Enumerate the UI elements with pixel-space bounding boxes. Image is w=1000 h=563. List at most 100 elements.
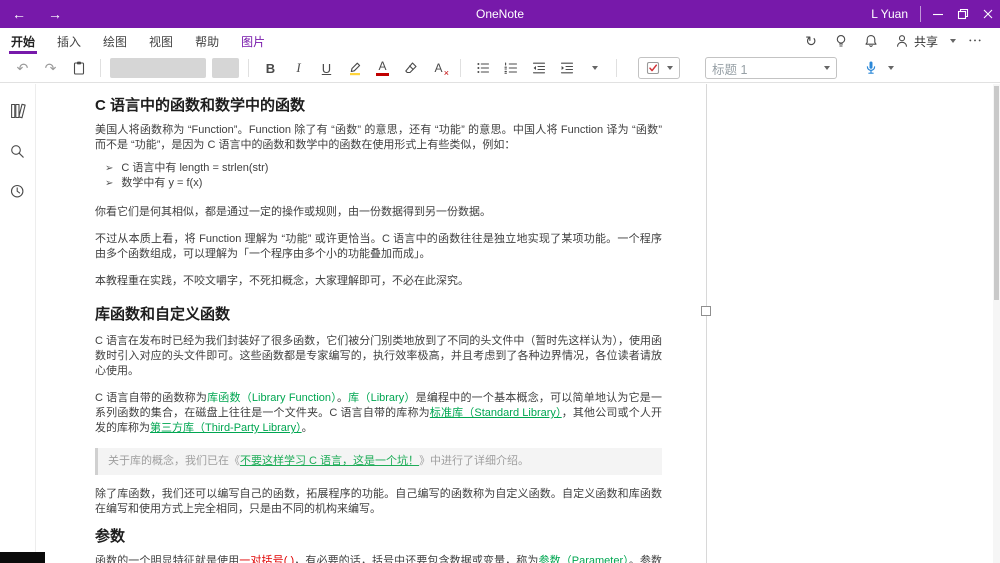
heading-style-select[interactable]: 标题 1 [705, 57, 837, 79]
chevron-down-icon [824, 66, 830, 70]
titlebar: ← → OneNote L Yuan [0, 0, 1000, 28]
text-segment: C 语言中有 length = strlen(str) [121, 162, 268, 174]
paragraph: C 语言自带的函数称为库函数（Library Function）。库（Libra… [95, 391, 662, 436]
font-color-bar [376, 73, 389, 76]
font-color-icon[interactable]: A [370, 57, 395, 80]
left-sidebar [0, 84, 36, 563]
paragraph: 不过从本质上看，将 Function 理解为 “功能” 或许更恰当。C 语言中的… [95, 232, 662, 262]
text-segment: 数学中有 y = f(x) [121, 177, 202, 189]
toolbar-divider [100, 59, 101, 77]
font-name-box[interactable] [110, 58, 206, 78]
share-label: 共享 [914, 33, 938, 50]
link-standard-library[interactable]: 标准库（Standard Library） [430, 407, 562, 419]
list-options-chevron-icon[interactable] [582, 57, 607, 80]
titlebar-separator [920, 6, 921, 22]
eraser-icon[interactable] [398, 57, 423, 80]
text-segment: 关于库的概念，我们已在《 [108, 455, 240, 467]
paragraph: 函数的一个明显特征就是使用一对括号( )，有必要的话，括号中还要包含数据或变量，… [95, 554, 662, 563]
dictate-control [858, 57, 894, 80]
underline-button[interactable]: U [314, 57, 339, 80]
section-heading: 库函数和自定义函数 [95, 305, 662, 324]
tab-view[interactable]: 视图 [138, 28, 184, 54]
bell-icon[interactable] [860, 30, 882, 52]
link-library[interactable]: 库（Library） [348, 392, 415, 404]
bullet-list-icon[interactable] [470, 57, 495, 80]
search-icon[interactable] [6, 139, 30, 163]
link-library-function[interactable]: 库函数（Library Function） [207, 392, 337, 404]
section-heading: 参数 [95, 527, 662, 546]
link-parameter[interactable]: 参数（Parameter） [538, 555, 628, 563]
chevron-down-icon[interactable] [950, 39, 956, 43]
toolbar-divider [616, 59, 617, 77]
more-options-icon[interactable]: ⋯ [964, 30, 986, 52]
text-segment: 函数的一个明显特征就是使用 [95, 555, 239, 563]
minimize-button[interactable] [925, 0, 950, 28]
share-button[interactable]: 共享 [890, 33, 942, 50]
list-item: ➢数学中有 y = f(x) [95, 176, 662, 191]
article-link[interactable]: 不要这样学习 C 语言，这是一个坑！ [240, 455, 419, 467]
titlebar-right: L Yuan [871, 0, 1000, 28]
font-color-letter: A [378, 60, 386, 72]
lightbulb-icon[interactable] [830, 30, 852, 52]
recent-notes-icon[interactable] [6, 179, 30, 203]
todo-tag-dropdown[interactable] [638, 57, 680, 79]
toolbar-divider [460, 59, 461, 77]
restore-button[interactable] [950, 0, 975, 28]
forward-icon[interactable]: → [48, 0, 62, 28]
highlighter-icon[interactable] [342, 57, 367, 80]
paragraph: 美国人将函数称为 “Function”。Function 除了有 “函数” 的意… [95, 123, 662, 153]
microphone-icon[interactable] [858, 57, 883, 80]
todo-checkbox-icon [645, 60, 661, 76]
vertical-scrollbar[interactable] [993, 84, 1000, 563]
clear-formatting-x: × [444, 69, 449, 78]
page-width-divider [706, 84, 707, 563]
scrollbar-thumb[interactable] [994, 86, 999, 300]
clear-formatting-letter: A [434, 62, 442, 74]
indent-icon[interactable] [554, 57, 579, 80]
outdent-icon[interactable] [526, 57, 551, 80]
quick-format-toolbar: ↶ ↷ B I U A A × 标题 1 [0, 54, 1000, 83]
redo-icon[interactable]: ↷ [38, 57, 63, 80]
heading-style-value: 标题 1 [712, 59, 747, 78]
bold-button[interactable]: B [258, 57, 283, 80]
tab-help[interactable]: 帮助 [184, 28, 230, 54]
text-segment: C 语言自带的函数称为 [95, 392, 207, 404]
tab-draw[interactable]: 绘图 [92, 28, 138, 54]
list-item: ➢C 语言中有 length = strlen(str) [95, 161, 662, 176]
numbered-list-icon[interactable] [498, 57, 523, 80]
clear-formatting-icon[interactable]: A × [426, 57, 451, 80]
tab-home[interactable]: 开始 [0, 28, 46, 54]
link-third-party-library[interactable]: 第三方库（Third-Party Library） [150, 422, 302, 434]
tab-insert[interactable]: 插入 [46, 28, 92, 54]
page-canvas[interactable]: C 语言中的函数和数学中的函数 美国人将函数称为 “Function”。Func… [37, 84, 993, 563]
code-highlight: 一对括号( ) [239, 555, 294, 563]
paragraph: 你看它们是何其相似，都是通过一定的操作或规则，由一份数据得到另一份数据。 [95, 205, 662, 220]
tab-picture[interactable]: 图片 [230, 28, 276, 54]
close-button[interactable] [975, 0, 1000, 28]
app-title: OneNote [0, 7, 1000, 21]
text-segment: 》中进行了详细介绍。 [419, 455, 529, 467]
text-segment: 。 [302, 422, 313, 434]
paragraph: 本教程重在实践，不咬文嚼字，不死扣概念，大家理解即可，不必在此深究。 [95, 274, 662, 289]
chevron-down-icon[interactable] [888, 66, 894, 70]
note-box: 关于库的概念，我们已在《不要这样学习 C 语言，这是一个坑！》中进行了详细介绍。 [95, 448, 662, 475]
text-segment: 。 [337, 392, 348, 404]
account-name[interactable]: L Yuan [871, 7, 908, 21]
ribbon-right-icons: ↻ 共享 ⋯ [800, 28, 1000, 54]
note-document: C 语言中的函数和数学中的函数 美国人将函数称为 “Function”。Func… [95, 96, 662, 563]
page-width-handle[interactable] [701, 306, 711, 316]
chevron-down-icon [667, 66, 673, 70]
ribbon-tab-bar: 开始 插入 绘图 视图 帮助 图片 ↻ 共享 ⋯ [0, 28, 1000, 54]
doc-title: C 语言中的函数和数学中的函数 [95, 96, 662, 115]
paragraph: 除了库函数，我们还可以编写自己的函数，拓展程序的功能。自己编写的函数称为自定义函… [95, 487, 662, 517]
sync-icon[interactable]: ↻ [800, 30, 822, 52]
back-icon[interactable]: ← [12, 0, 26, 28]
nav-arrows: ← → [0, 0, 62, 28]
text-segment: ，有必要的话，括号中还要包含数据或变量，称为 [294, 555, 538, 563]
font-size-box[interactable] [212, 58, 239, 78]
undo-icon[interactable]: ↶ [10, 57, 35, 80]
paste-icon[interactable] [66, 57, 91, 80]
paragraph: C 语言在发布时已经为我们封装好了很多函数，它们被分门别类地放到了不同的头文件中… [95, 334, 662, 379]
italic-button[interactable]: I [286, 57, 311, 80]
notebooks-icon[interactable] [6, 99, 30, 123]
